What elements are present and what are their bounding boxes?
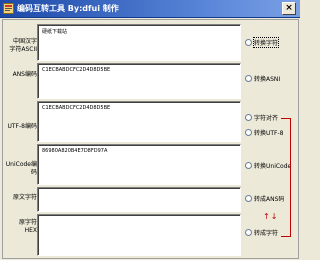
label-source-hex: 原字符 HEX [0,219,37,235]
option-label: 转换字符 [252,36,280,48]
radio-icon [245,128,252,136]
app-icon [3,3,14,14]
ans-code-field[interactable]: C1ECBABDCFC2D4D8D5BE [37,63,241,99]
unicode-code-field[interactable]: 86980A820B4E7D8FD97A [37,144,241,185]
utf8-code-field[interactable]: C1ECBABDCFC2D4D8D5BE [37,101,241,142]
label-chinese-line1: 中国汉字 [12,38,37,45]
option-char-align[interactable]: 字符对齐 [245,111,278,123]
radio-icon [245,194,252,202]
label-chinese-ascii: 中国汉字 字符ASCII [0,38,37,54]
option-to-ans-code[interactable]: 转成ANS码 [245,192,284,204]
option-label: 转成ANS码 [254,195,285,203]
option-label: 转成字符 [254,229,279,237]
window-title: 编码互转工具 By:dfui 制作 [17,4,119,13]
title-bar[interactable]: 编码互转工具 By:dfui 制作 × [0,0,300,18]
close-button[interactable]: × [282,2,296,15]
radio-icon [245,228,252,236]
source-hex-field[interactable] [37,214,241,256]
close-icon: × [285,3,293,13]
label-source-chars: 原文字符 [12,194,37,201]
option-convert-utf8[interactable]: 转换UTF-8 [245,126,284,138]
label-hex-line1: 原字符 [18,219,37,226]
label-ans: ANS编码 [12,71,37,78]
option-convert-chars[interactable]: 转换字符 [245,36,280,48]
option-label: 转换UTF-8 [254,129,284,137]
radio-icon [245,38,252,46]
label-utf8: UTF-8编码 [7,123,38,130]
option-label: 字符对齐 [254,114,279,122]
up-down-arrow-icon: ↑↓ [263,212,279,221]
label-hex-line2: HEX [24,227,37,234]
radio-icon [245,161,252,169]
red-bracket-indicator [281,118,291,237]
option-to-chars[interactable]: 转成字符 [245,226,278,238]
radio-icon [245,113,252,121]
label-chinese-line2: 字符ASCII [9,46,37,53]
option-label: 转换ASNI [254,75,281,83]
source-chars-field[interactable] [37,187,241,212]
option-convert-ansi[interactable]: 转换ASNI [245,72,280,84]
radio-icon [245,74,252,82]
label-unicode: UniCode编码 [5,161,37,176]
chinese-text-field[interactable]: 硬纸下载站 [37,24,241,61]
